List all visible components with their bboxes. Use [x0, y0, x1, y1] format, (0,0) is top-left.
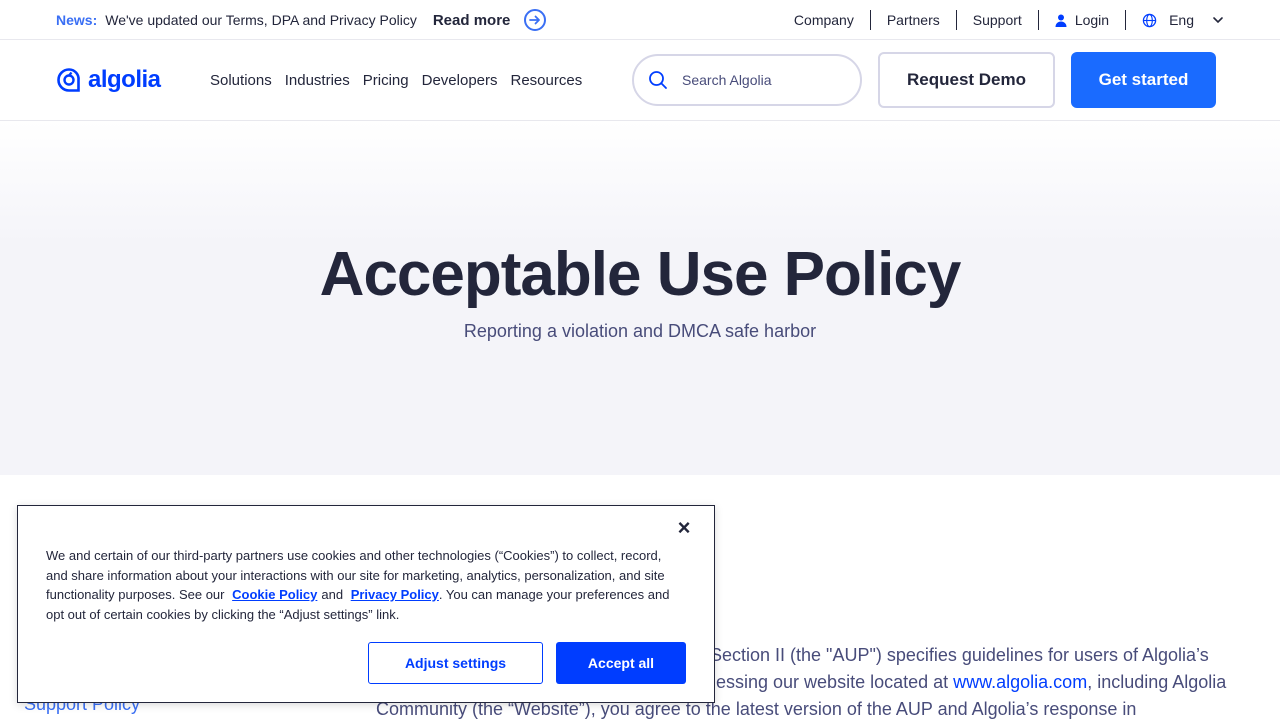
policy-text: essing our website located at — [716, 672, 954, 692]
user-icon — [1055, 14, 1067, 27]
utility-nav: Company Partners Support Login Eng — [778, 0, 1224, 40]
utility-link-company[interactable]: Company — [778, 10, 870, 30]
read-more-link[interactable]: Read more — [433, 12, 511, 29]
search-input[interactable]: Search Algolia — [632, 54, 862, 106]
algolia-logo[interactable]: algolia — [56, 66, 161, 94]
utility-link-support[interactable]: Support — [955, 10, 1038, 30]
main-nav: Solutions Industries Pricing Developers … — [210, 40, 582, 120]
language-selector[interactable]: Eng — [1125, 10, 1224, 30]
accept-all-button[interactable]: Accept all — [556, 642, 686, 684]
hero-section: Acceptable Use Policy Reporting a violat… — [0, 121, 1280, 475]
search-icon — [649, 71, 667, 89]
request-demo-button[interactable]: Request Demo — [878, 52, 1055, 108]
cookie-text: We and certain of our third-party partne… — [46, 546, 686, 624]
privacy-policy-link[interactable]: Privacy Policy — [351, 587, 439, 602]
news-announcement: News: We've updated our Terms, DPA and P… — [56, 0, 547, 40]
logo-text: algolia — [88, 66, 161, 93]
arrow-right-icon[interactable] — [524, 9, 547, 31]
news-bar: News: We've updated our Terms, DPA and P… — [0, 0, 1280, 40]
utility-link-partners[interactable]: Partners — [869, 10, 956, 30]
login-link[interactable]: Login — [1037, 10, 1125, 30]
close-icon[interactable]: × — [674, 517, 694, 539]
page-title: Acceptable Use Policy — [319, 240, 962, 309]
main-header: algolia Solutions Industries Pricing Dev… — [0, 40, 1280, 121]
news-tag: News: — [56, 12, 98, 28]
globe-icon — [1142, 13, 1157, 27]
chevron-down-icon — [1213, 17, 1223, 24]
search-placeholder: Search Algolia — [682, 72, 772, 88]
nav-resources[interactable]: Resources — [511, 72, 583, 89]
nav-solutions[interactable]: Solutions — [210, 72, 272, 89]
cookie-policy-link[interactable]: Cookie Policy — [232, 587, 317, 602]
cookie-and: and — [321, 587, 344, 602]
policy-text: , including Algolia — [1087, 672, 1227, 692]
login-label: Login — [1074, 12, 1110, 28]
adjust-settings-button[interactable]: Adjust settings — [368, 642, 543, 684]
algolia-logo-icon — [57, 68, 80, 92]
nav-industries[interactable]: Industries — [285, 72, 350, 89]
language-label: Eng — [1169, 12, 1194, 28]
cookie-banner: × We and certain of our third-party part… — [17, 505, 715, 703]
website-link[interactable]: www.algolia.com — [953, 672, 1087, 692]
get-started-button[interactable]: Get started — [1071, 52, 1216, 108]
nav-developers[interactable]: Developers — [422, 72, 498, 89]
nav-pricing[interactable]: Pricing — [363, 72, 409, 89]
page-subtitle: Reporting a violation and DMCA safe harb… — [463, 321, 817, 341]
news-text: We've updated our Terms, DPA and Privacy… — [105, 12, 417, 28]
